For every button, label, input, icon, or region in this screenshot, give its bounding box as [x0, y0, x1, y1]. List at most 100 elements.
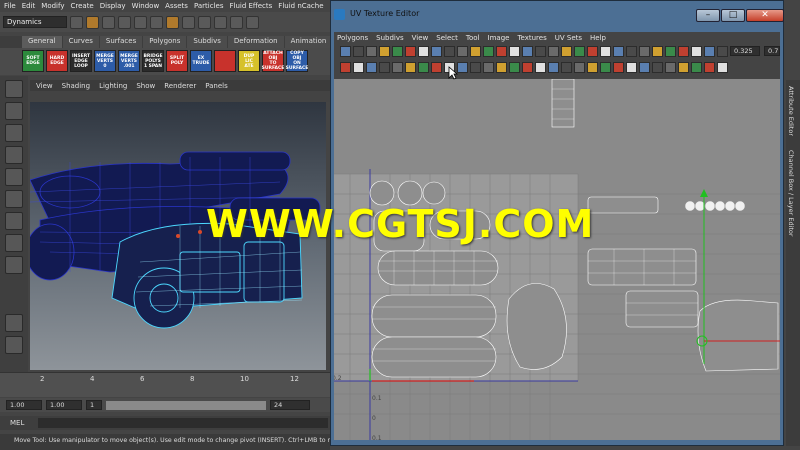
uv-menu-select[interactable]: Select: [436, 34, 458, 42]
uv-tool-icon[interactable]: [379, 46, 390, 57]
uv-menu-image[interactable]: Image: [488, 34, 510, 42]
uv-tool-icon[interactable]: [470, 46, 481, 57]
uv-tool-icon[interactable]: [457, 46, 468, 57]
uv-field-2[interactable]: 0.7: [764, 46, 780, 56]
uv-tool-icon[interactable]: [522, 46, 533, 57]
close-button[interactable]: ✕: [746, 9, 784, 22]
uv-tool-icon[interactable]: [561, 46, 572, 57]
uv-editor-titlebar[interactable]: UV Texture Editor – □ ✕: [330, 6, 784, 24]
shelf-button-12[interactable]: COPY OBJ ON SURFACE: [286, 50, 308, 72]
lasso-tool-icon[interactable]: [5, 102, 23, 120]
uv-tool-icon[interactable]: [613, 62, 624, 73]
uv-tool-icon[interactable]: [535, 62, 546, 73]
tab-animation[interactable]: Animation: [284, 36, 333, 48]
uv-tool-icon[interactable]: [678, 46, 689, 57]
uv-menu-subdivs[interactable]: Subdivs: [376, 34, 404, 42]
time-slider[interactable]: 2 4 6 8 10 12: [0, 372, 330, 397]
tab-general[interactable]: General: [22, 36, 62, 48]
uv-tool-icon[interactable]: [587, 62, 598, 73]
uv-tool-icon[interactable]: [678, 62, 689, 73]
move-tool-icon[interactable]: [5, 146, 23, 164]
uv-tool-icon[interactable]: [340, 62, 351, 73]
uv-menu-tool[interactable]: Tool: [466, 34, 480, 42]
tab-subdivs[interactable]: Subdivs: [187, 36, 227, 48]
last-tool-icon[interactable]: [5, 314, 23, 332]
open-scene-icon[interactable]: [86, 15, 99, 29]
panel-menu-renderer[interactable]: Renderer: [164, 82, 196, 90]
panel-menu-panels[interactable]: Panels: [205, 82, 228, 90]
uv-tool-icon[interactable]: [548, 46, 559, 57]
uv-menu-uv-sets[interactable]: UV Sets: [555, 34, 582, 42]
tab-polygons[interactable]: Polygons: [143, 36, 187, 48]
layout-icon[interactable]: [5, 336, 23, 354]
uv-tool-icon[interactable]: [704, 46, 715, 57]
save-scene-icon[interactable]: [102, 15, 115, 29]
uv-tool-icon[interactable]: [418, 46, 429, 57]
uv-menu-help[interactable]: Help: [590, 34, 606, 42]
uv-tool-icon[interactable]: [405, 46, 416, 57]
uv-tool-icon[interactable]: [483, 46, 494, 57]
tab-curves[interactable]: Curves: [62, 36, 99, 48]
uv-tool-icon[interactable]: [366, 46, 377, 57]
paint-select-icon[interactable]: [5, 124, 23, 142]
uv-canvas[interactable]: 0.20.100.10.2: [334, 79, 780, 440]
uv-tool-icon[interactable]: [418, 62, 429, 73]
scale-tool-icon[interactable]: [5, 190, 23, 208]
uv-tool-icon[interactable]: [509, 46, 520, 57]
shelf-button-7[interactable]: SPLIT POLY: [166, 50, 188, 72]
menu-modify[interactable]: Modify: [41, 2, 64, 10]
mel-input[interactable]: [38, 418, 329, 428]
uv-tool-icon[interactable]: [496, 62, 507, 73]
uv-tool-icon[interactable]: [665, 46, 676, 57]
uv-tool-icon[interactable]: [457, 62, 468, 73]
shelf-button-4[interactable]: MERGE VERTS 0: [94, 50, 116, 72]
uv-tool-icon[interactable]: [366, 62, 377, 73]
uv-tool-icon[interactable]: [431, 62, 442, 73]
menu-fluid-ncache[interactable]: Fluid nCache: [278, 2, 323, 10]
uv-tool-icon[interactable]: [665, 62, 676, 73]
attribute-editor-tab[interactable]: Attribute Editor: [787, 86, 795, 136]
uv-tool-icon[interactable]: [535, 46, 546, 57]
shelf-button-1[interactable]: SOFT EDGE: [22, 50, 44, 72]
uv-tool-icon[interactable]: [600, 46, 611, 57]
uv-menu-polygons[interactable]: Polygons: [337, 34, 368, 42]
range-current[interactable]: 1: [86, 400, 102, 410]
snap-point-icon[interactable]: [198, 15, 211, 29]
uv-tool-icon[interactable]: [548, 62, 559, 73]
uv-menu-view[interactable]: View: [412, 34, 429, 42]
panel-menu-view[interactable]: View: [36, 82, 53, 90]
uv-tool-icon[interactable]: [496, 46, 507, 57]
uv-tool-icon[interactable]: [379, 62, 390, 73]
minimize-button[interactable]: –: [696, 9, 720, 22]
uv-tool-icon[interactable]: [470, 62, 481, 73]
uv-tool-icon[interactable]: [587, 46, 598, 57]
panel-menu-lighting[interactable]: Lighting: [99, 82, 127, 90]
uv-tool-icon[interactable]: [392, 62, 403, 73]
uv-tool-icon[interactable]: [717, 46, 728, 57]
render-settings-icon[interactable]: [246, 15, 259, 29]
menu-create[interactable]: Create: [70, 2, 93, 10]
new-scene-icon[interactable]: [70, 15, 83, 29]
menu-assets[interactable]: Assets: [165, 2, 188, 10]
uv-tool-icon[interactable]: [431, 46, 442, 57]
uv-tool-icon[interactable]: [392, 46, 403, 57]
render-icon[interactable]: [214, 15, 227, 29]
uv-tool-icon[interactable]: [405, 62, 416, 73]
uv-tool-icon[interactable]: [613, 46, 624, 57]
panel-menu-shading[interactable]: Shading: [62, 82, 90, 90]
uv-tool-icon[interactable]: [444, 46, 455, 57]
menu-particles[interactable]: Particles: [194, 2, 224, 10]
playback-start-field[interactable]: 1.00: [46, 400, 82, 410]
tab-deformation[interactable]: Deformation: [227, 36, 284, 48]
uv-tool-icon[interactable]: [340, 46, 351, 57]
shelf-button-11[interactable]: ATTACH OBJ TO SURFACE: [262, 50, 284, 72]
uv-tool-icon[interactable]: [691, 46, 702, 57]
uv-tool-icon[interactable]: [483, 62, 494, 73]
uv-tool-icon[interactable]: [626, 46, 637, 57]
uv-tool-icon[interactable]: [600, 62, 611, 73]
select-component-icon[interactable]: [150, 15, 163, 29]
uv-tool-icon[interactable]: [652, 46, 663, 57]
uv-tool-icon[interactable]: [717, 62, 728, 73]
menu-window[interactable]: Window: [132, 2, 160, 10]
shelf-button-8[interactable]: EX TRUDE: [190, 50, 212, 72]
